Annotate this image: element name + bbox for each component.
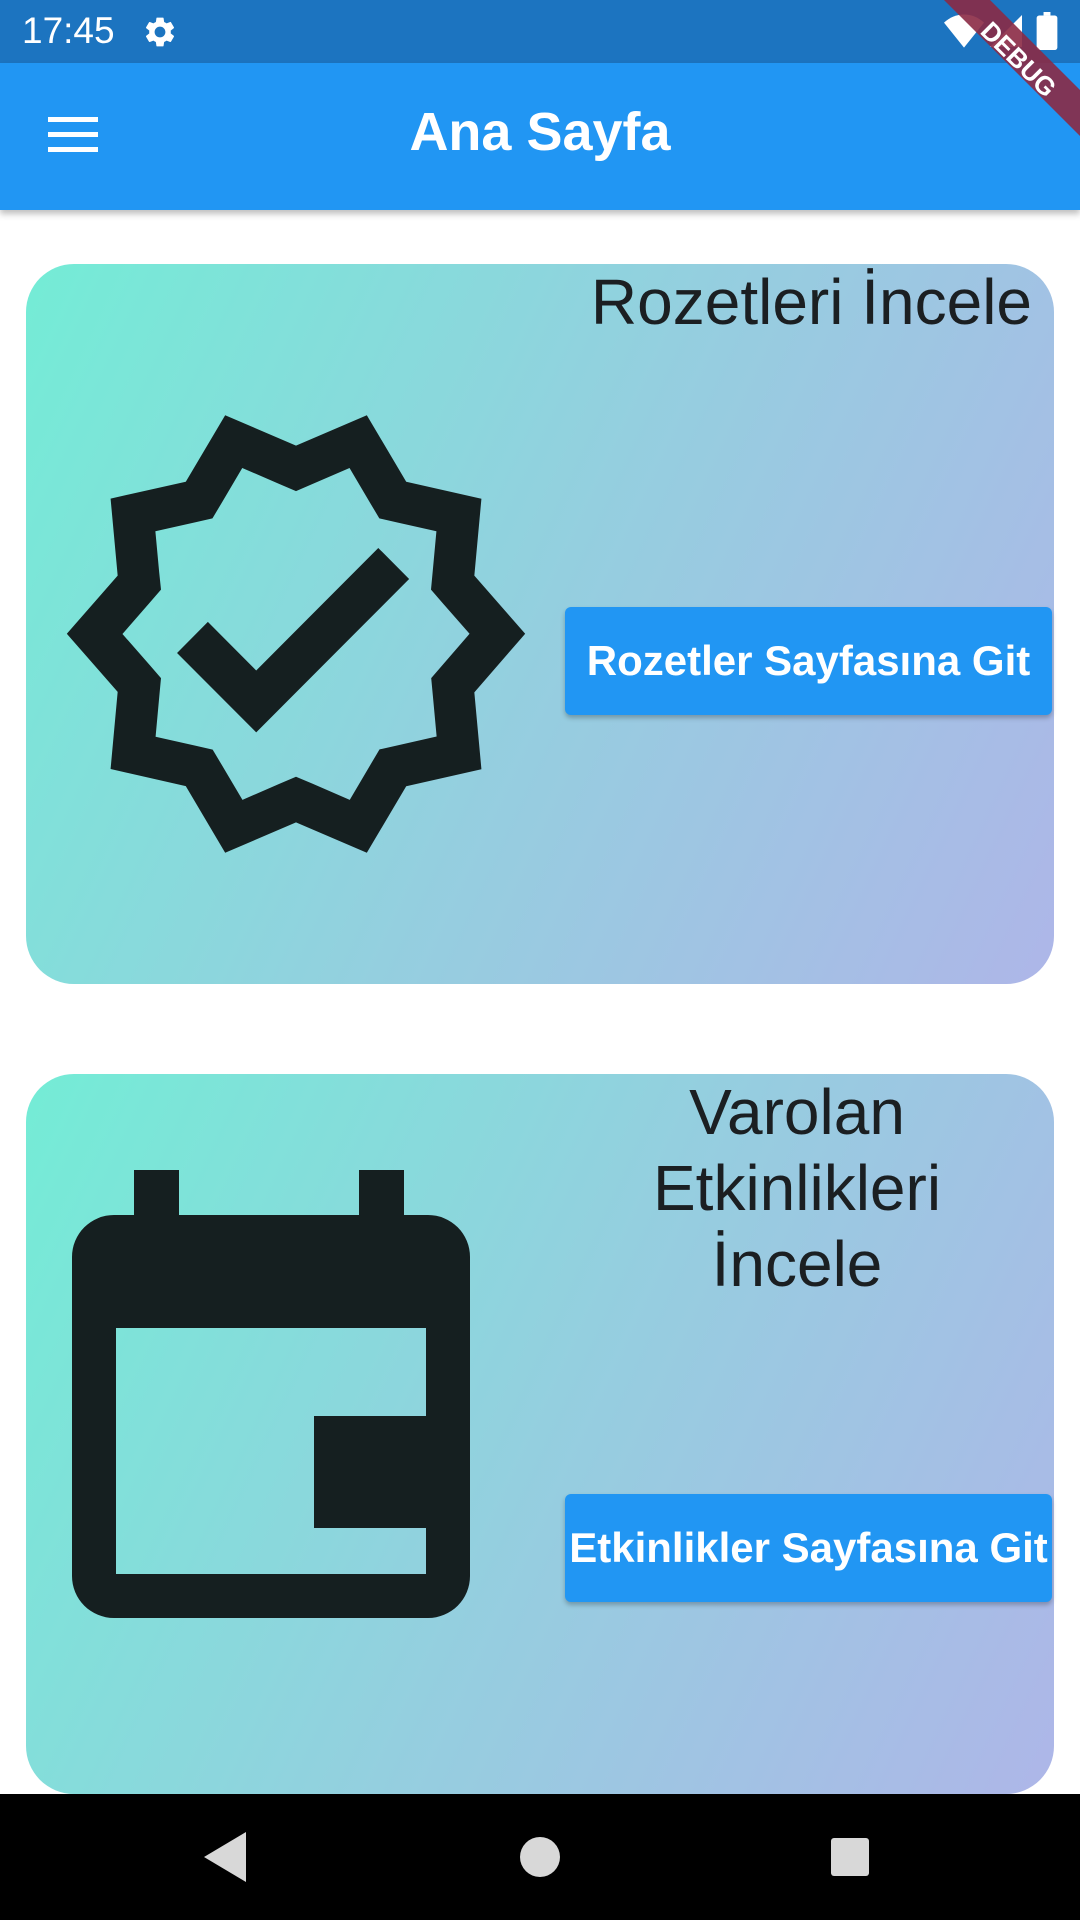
page-title: Ana Sayfa xyxy=(409,102,671,162)
badges-card-title: Rozetleri İncele xyxy=(590,266,1032,338)
system-nav-bar xyxy=(0,1794,1080,1920)
events-page-button[interactable]: Etkinlikler Sayfasına Git xyxy=(565,1494,1052,1602)
wifi-icon xyxy=(944,14,984,48)
home-icon[interactable] xyxy=(505,1822,575,1892)
events-card-title: Varolan Etkinlikleri İncele xyxy=(652,1076,942,1300)
calendar-icon xyxy=(72,1170,470,1618)
back-icon[interactable] xyxy=(190,1822,260,1892)
badges-page-button[interactable]: Rozetler Sayfasına Git xyxy=(565,607,1052,715)
recents-icon[interactable] xyxy=(815,1822,885,1892)
gear-icon xyxy=(145,17,175,47)
verified-badge-icon xyxy=(66,415,526,853)
battery-icon xyxy=(1036,12,1058,50)
badges-card: Rozetleri İncele Rozetler Sayfasına Git xyxy=(26,264,1054,984)
status-time: 17:45 xyxy=(22,10,115,51)
events-card: Varolan Etkinlikleri İncele Etkinlikler … xyxy=(26,1074,1054,1794)
status-bar: 17:45 xyxy=(0,0,1080,63)
signal-icon xyxy=(990,15,1022,47)
app-bar: Ana Sayfa xyxy=(0,63,1080,210)
